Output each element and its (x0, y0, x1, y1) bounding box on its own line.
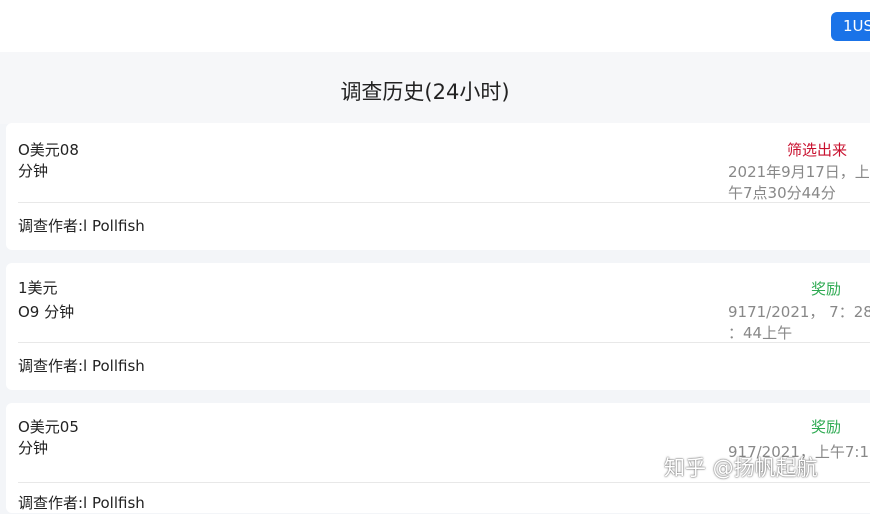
survey-date: 9171/2021， 7：28 (728, 303, 870, 321)
survey-duration: O9 分钟 (18, 303, 75, 321)
survey-amount: O美元05 (18, 418, 79, 436)
card-divider (18, 482, 870, 483)
survey-duration: 分钟 (18, 439, 49, 457)
card-divider (18, 202, 870, 203)
survey-author: 调查作者:l Pollfish (18, 217, 145, 235)
survey-time: ：44上午 (728, 324, 793, 342)
status-badge: 筛选出来 (787, 141, 848, 159)
survey-amount: O美元08 (18, 141, 79, 159)
status-badge: 奖励 (811, 418, 842, 436)
top-bar: 1US (0, 0, 870, 52)
survey-author: 调查作者:l Pollfish (18, 357, 145, 375)
card-divider (18, 342, 870, 343)
survey-duration: 分钟 (18, 162, 49, 180)
survey-amount: 1美元 (18, 279, 58, 297)
status-badge: 奖励 (811, 280, 842, 298)
survey-author: 调查作者:l Pollfish (18, 494, 145, 512)
currency-button[interactable]: 1US (831, 12, 870, 41)
survey-card[interactable]: O美元08 分钟 筛选出来 2021年9月17日，上 午7点30分44分 调查作… (6, 123, 870, 250)
page-title: 调查历史(24小时) (340, 80, 510, 104)
survey-card[interactable]: 1美元 O9 分钟 奖励 9171/2021， 7：28 ：44上午 调查作者:… (6, 263, 870, 390)
survey-date: 2021年9月17日，上 (728, 163, 870, 181)
watermark: 知乎 @扬帆起航 (664, 456, 818, 480)
survey-time: 午7点30分44分 (728, 184, 836, 202)
